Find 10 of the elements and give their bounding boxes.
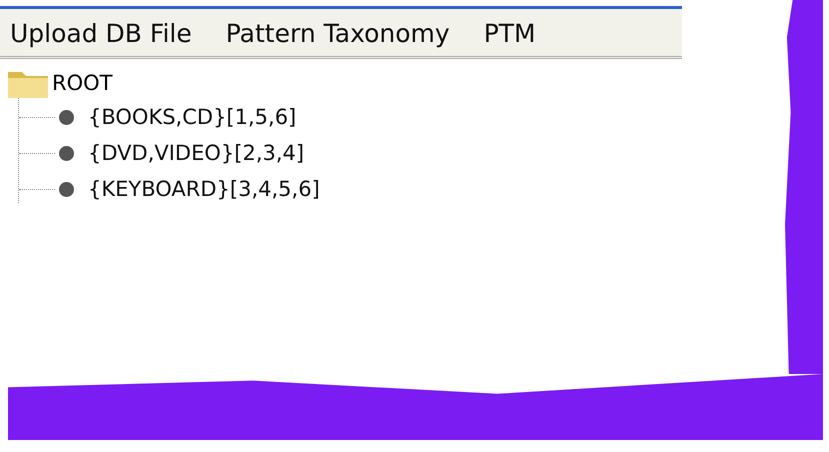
leaf-icon: [59, 110, 74, 124]
leaf-icon: [59, 146, 74, 160]
leaf-icon: [59, 182, 74, 196]
tree-node[interactable]: {DVD,VIDEO}[2,3,4]: [88, 141, 304, 165]
tree-node[interactable]: {KEYBOARD}[3,4,5,6]: [88, 177, 320, 201]
menu-item[interactable]: Pattern Taxonomy: [226, 19, 450, 48]
tree-node[interactable]: ROOT: [52, 71, 112, 95]
menu-item[interactable]: Upload DB File: [10, 19, 192, 48]
tree-node[interactable]: {BOOKS,CD}[1,5,6]: [88, 105, 296, 129]
menu-item[interactable]: PTM: [484, 19, 536, 48]
